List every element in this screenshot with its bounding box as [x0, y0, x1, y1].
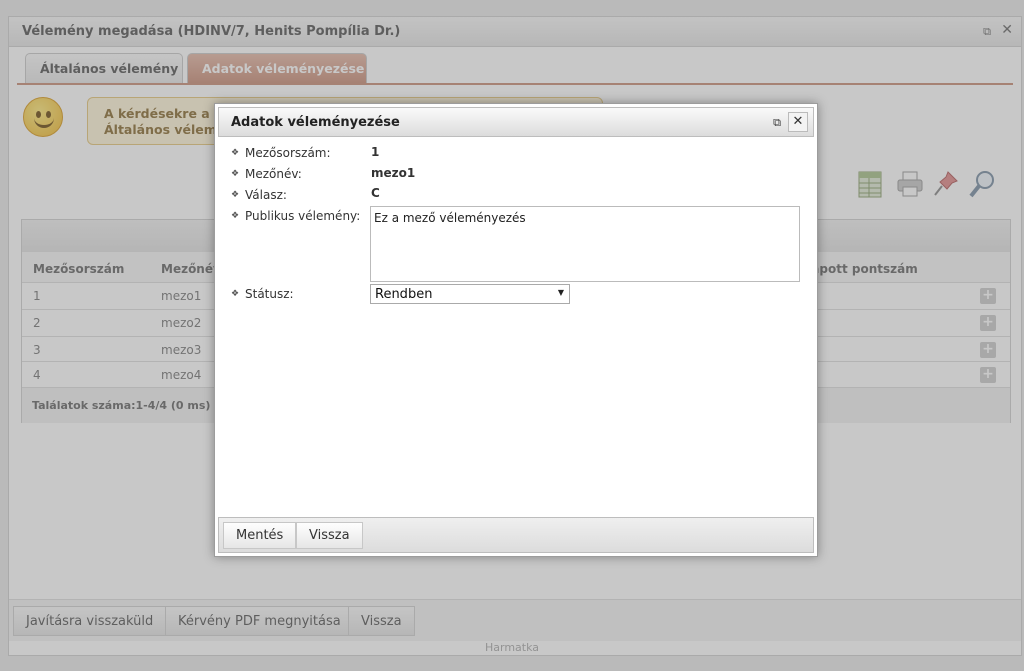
chevron-down-icon: ▼ [557, 288, 564, 297]
field-value: C [371, 186, 380, 200]
diamond-icon: ❖ [231, 289, 240, 299]
field-label: Mezőnév: [245, 167, 302, 181]
status-select[interactable]: Rendben ▼ [370, 284, 570, 304]
popout-icon[interactable]: ⧉ [773, 116, 781, 130]
field-value: mezo1 [371, 166, 416, 180]
diamond-icon: ❖ [231, 190, 240, 200]
status-selected-value: Rendben [375, 287, 433, 302]
dialog-footer: Mentés Vissza [218, 517, 814, 553]
diamond-icon: ❖ [231, 148, 240, 158]
save-button[interactable]: Mentés [223, 522, 297, 549]
dialog-back-button[interactable]: Vissza [296, 522, 363, 549]
review-dialog: Adatok véleményezése ⧉ ✕ ❖ Mezősorszám: … [214, 103, 818, 557]
field-label: Státusz: [245, 287, 294, 301]
field-label: Mezősorszám: [245, 146, 331, 160]
dialog-title: Adatok véleményezése [231, 115, 400, 130]
diamond-icon: ❖ [231, 169, 240, 179]
field-value: 1 [371, 145, 380, 159]
close-icon[interactable]: ✕ [788, 112, 808, 132]
field-label: Publikus vélemény: [245, 209, 361, 223]
diamond-icon: ❖ [231, 211, 240, 221]
dialog-titlebar: Adatok véleményezése ⧉ ✕ [218, 107, 814, 137]
public-opinion-textarea[interactable]: Ez a mező véleményezés [370, 206, 800, 282]
field-label: Válasz: [245, 188, 287, 202]
